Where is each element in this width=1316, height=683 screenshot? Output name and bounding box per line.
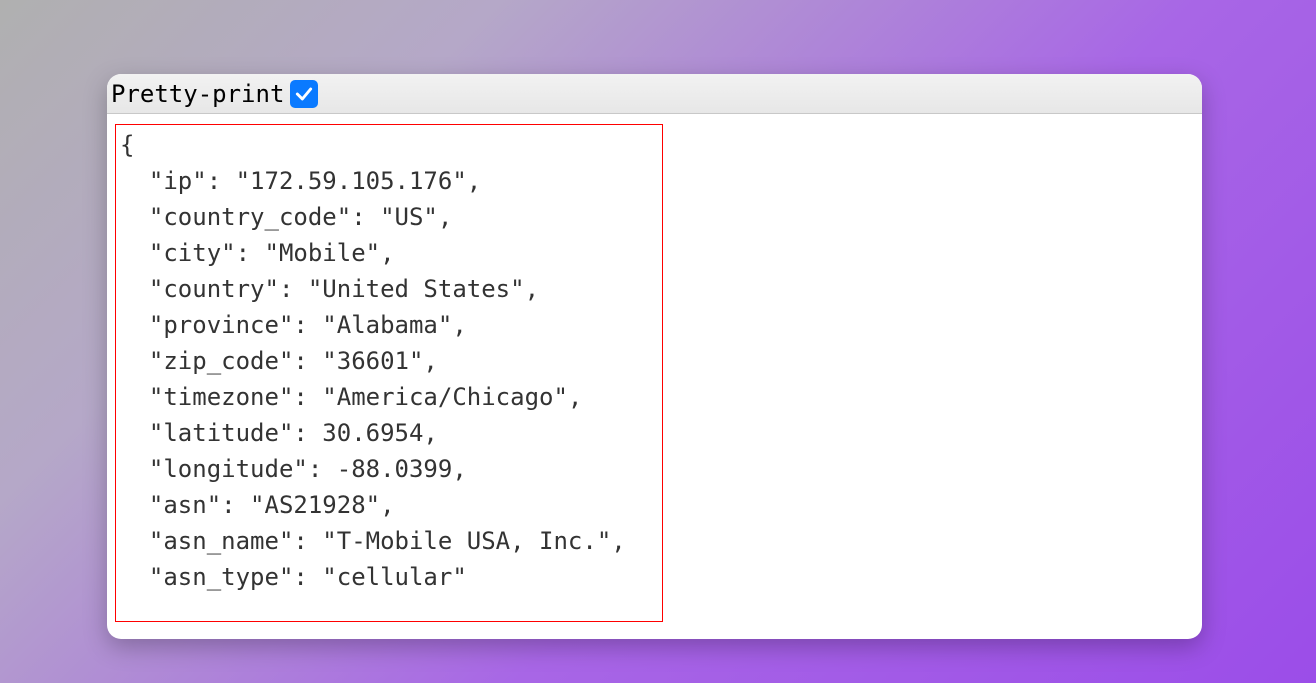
json-output: { "ip": "172.59.105.176", "country_code"… [115, 124, 663, 622]
pretty-print-checkbox[interactable] [290, 80, 318, 108]
json-open-brace: { [120, 131, 134, 159]
toolbar: Pretty-print [107, 74, 1202, 114]
json-viewer-panel: Pretty-print { "ip": "172.59.105.176", "… [107, 74, 1202, 639]
content-area: { "ip": "172.59.105.176", "country_code"… [107, 114, 1202, 639]
check-icon [294, 84, 314, 104]
pretty-print-label: Pretty-print [111, 80, 284, 108]
